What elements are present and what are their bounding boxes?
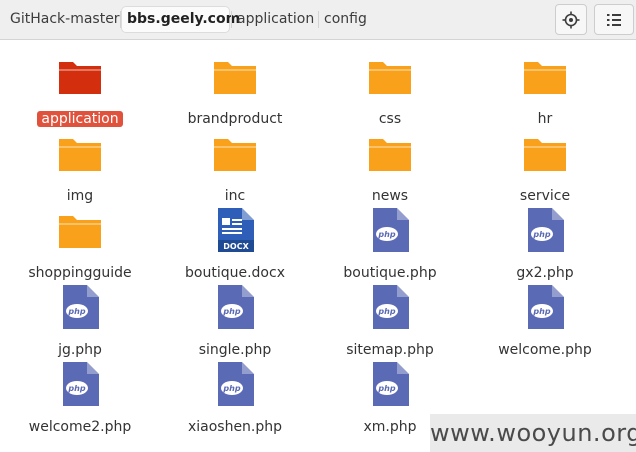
file-item[interactable]: php boutique.php — [315, 206, 465, 281]
svg-text:php: php — [222, 307, 240, 316]
file-name-text: boutique.php — [343, 265, 437, 281]
file-name-text: news — [371, 188, 409, 204]
folder-icon — [56, 129, 104, 177]
folder-icon — [366, 52, 414, 100]
folder-icon — [56, 206, 104, 254]
file-item[interactable]: php jg.php — [5, 283, 155, 358]
file-name-text: jg.php — [58, 342, 102, 358]
breadcrumb-githack-master[interactable]: GitHack-master — [5, 7, 120, 32]
file-name-label: welcome2.php — [5, 418, 155, 436]
file-name-text: welcome2.php — [28, 419, 132, 435]
file-name-label: single.php — [160, 341, 310, 359]
folder-item[interactable]: service — [470, 129, 620, 204]
file-item[interactable]: DOCX boutique.docx — [160, 206, 310, 281]
folder-item[interactable]: inc — [160, 129, 310, 204]
php-file-icon: php — [56, 283, 104, 331]
breadcrumb-application[interactable]: application — [232, 7, 318, 32]
folder-item[interactable]: css — [315, 52, 465, 127]
file-name-text: xm.php — [363, 419, 417, 435]
file-name-label: boutique.docx — [160, 264, 310, 282]
php-file-icon: php — [366, 283, 414, 331]
php-file-icon: php — [211, 283, 259, 331]
folder-icon — [521, 129, 569, 177]
file-name-label: application — [5, 110, 155, 128]
file-name-label: hr — [470, 110, 620, 128]
file-name-label: sitemap.php — [315, 341, 465, 359]
list-view-icon — [606, 13, 622, 27]
file-item[interactable]: php single.php — [160, 283, 310, 358]
file-item[interactable]: php welcome.php — [470, 283, 620, 358]
svg-text:php: php — [67, 384, 85, 393]
svg-text:php: php — [532, 307, 550, 316]
folder-item[interactable]: img — [5, 129, 155, 204]
svg-text:php: php — [377, 307, 395, 316]
crosshair-icon — [562, 11, 580, 29]
view-options-button[interactable] — [594, 4, 634, 35]
file-item[interactable]: php welcome2.php — [5, 360, 155, 435]
docx-file-icon: DOCX — [211, 206, 259, 254]
file-item[interactable]: php gx2.php — [470, 206, 620, 281]
svg-text:DOCX: DOCX — [223, 242, 249, 251]
php-file-icon: php — [521, 206, 569, 254]
file-name-label: gx2.php — [470, 264, 620, 282]
folder-item[interactable]: application — [5, 52, 155, 127]
location-button[interactable] — [555, 4, 587, 35]
php-file-icon: php — [366, 360, 414, 408]
file-name-text: css — [378, 111, 402, 127]
file-name-label: jg.php — [5, 341, 155, 359]
folder-item[interactable]: brandproduct — [160, 52, 310, 127]
folder-icon — [211, 52, 259, 100]
breadcrumb-separator — [120, 11, 121, 28]
file-name-label: news — [315, 187, 465, 205]
folder-icon — [521, 52, 569, 100]
file-name-text: sitemap.php — [346, 342, 434, 358]
folder-item[interactable]: news — [315, 129, 465, 204]
folder-item[interactable]: shoppingguide — [5, 206, 155, 281]
file-name-label: css — [315, 110, 465, 128]
file-name-label: xiaoshen.php — [160, 418, 310, 436]
folder-icon — [56, 52, 104, 100]
file-name-text: shoppingguide — [28, 265, 132, 281]
file-name-label: welcome.php — [470, 341, 620, 359]
folder-item[interactable]: hr — [470, 52, 620, 127]
svg-text:php: php — [377, 384, 395, 393]
breadcrumb-config[interactable]: config — [319, 7, 369, 32]
file-name-label: shoppingguide — [5, 264, 155, 282]
php-file-icon: php — [366, 206, 414, 254]
watermark: www.wooyun.org — [430, 414, 636, 452]
svg-text:php: php — [222, 384, 240, 393]
file-name-text: gx2.php — [516, 265, 574, 281]
php-file-icon: php — [211, 360, 259, 408]
file-name-text: welcome.php — [498, 342, 592, 358]
php-file-icon: php — [521, 283, 569, 331]
file-item[interactable]: php xiaoshen.php — [160, 360, 310, 435]
file-name-text: application — [37, 111, 123, 127]
path-bar: GitHack-master bbs.geely.com application… — [0, 0, 636, 40]
file-name-text: xiaoshen.php — [187, 419, 283, 435]
file-name-text: service — [519, 188, 571, 204]
file-grid: application brandproduct css hr img inc news se… — [0, 40, 636, 452]
file-name-label: boutique.php — [315, 264, 465, 282]
file-name-label: inc — [160, 187, 310, 205]
breadcrumb-bbs-geely[interactable]: bbs.geely.com — [122, 7, 240, 32]
svg-text:php: php — [532, 230, 550, 239]
file-name-text: boutique.docx — [185, 265, 285, 281]
file-name-text: brandproduct — [187, 111, 283, 127]
file-name-text: img — [66, 188, 94, 204]
file-name-label: brandproduct — [160, 110, 310, 128]
file-name-text: single.php — [198, 342, 272, 358]
file-name-text: hr — [537, 111, 553, 127]
php-file-icon: php — [56, 360, 104, 408]
file-item[interactable]: php sitemap.php — [315, 283, 465, 358]
folder-icon — [211, 129, 259, 177]
folder-icon — [366, 129, 414, 177]
file-name-label: service — [470, 187, 620, 205]
svg-text:php: php — [377, 230, 395, 239]
file-name-text: inc — [224, 188, 246, 204]
svg-text:php: php — [67, 307, 85, 316]
file-name-label: img — [5, 187, 155, 205]
